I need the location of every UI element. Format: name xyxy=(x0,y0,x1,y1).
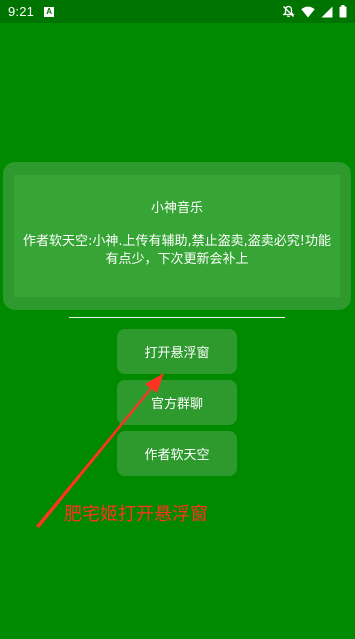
annotation-text: 肥宅姬打开悬浮窗 xyxy=(64,504,208,525)
divider xyxy=(69,317,285,318)
open-floating-window-button[interactable]: 打开悬浮窗 xyxy=(117,329,237,374)
battery-icon xyxy=(339,5,347,18)
annotation-arrow-icon xyxy=(36,373,164,528)
status-icons xyxy=(282,5,347,18)
notification-a-icon: A xyxy=(44,6,55,17)
info-card: 小神音乐 作者软天空:小神.上传有辅助,禁止盗卖,盗卖必究!功能有点少，下次更新… xyxy=(3,162,351,310)
mute-icon xyxy=(282,5,295,18)
status-time: 9:21 xyxy=(8,4,35,19)
signal-icon xyxy=(321,6,333,18)
info-card-content: 小神音乐 作者软天空:小神.上传有辅助,禁止盗卖,盗卖必究!功能有点少，下次更新… xyxy=(14,175,340,297)
status-bar: 9:21 A xyxy=(0,0,355,23)
official-group-chat-button[interactable]: 官方群聊 xyxy=(117,380,237,425)
app-description: 作者软天空:小神.上传有辅助,禁止盗卖,盗卖必究!功能有点少，下次更新会补上 xyxy=(23,234,331,267)
wifi-icon xyxy=(301,6,315,18)
author-button[interactable]: 作者软天空 xyxy=(117,431,237,476)
app-title: 小神音乐 xyxy=(150,201,203,216)
